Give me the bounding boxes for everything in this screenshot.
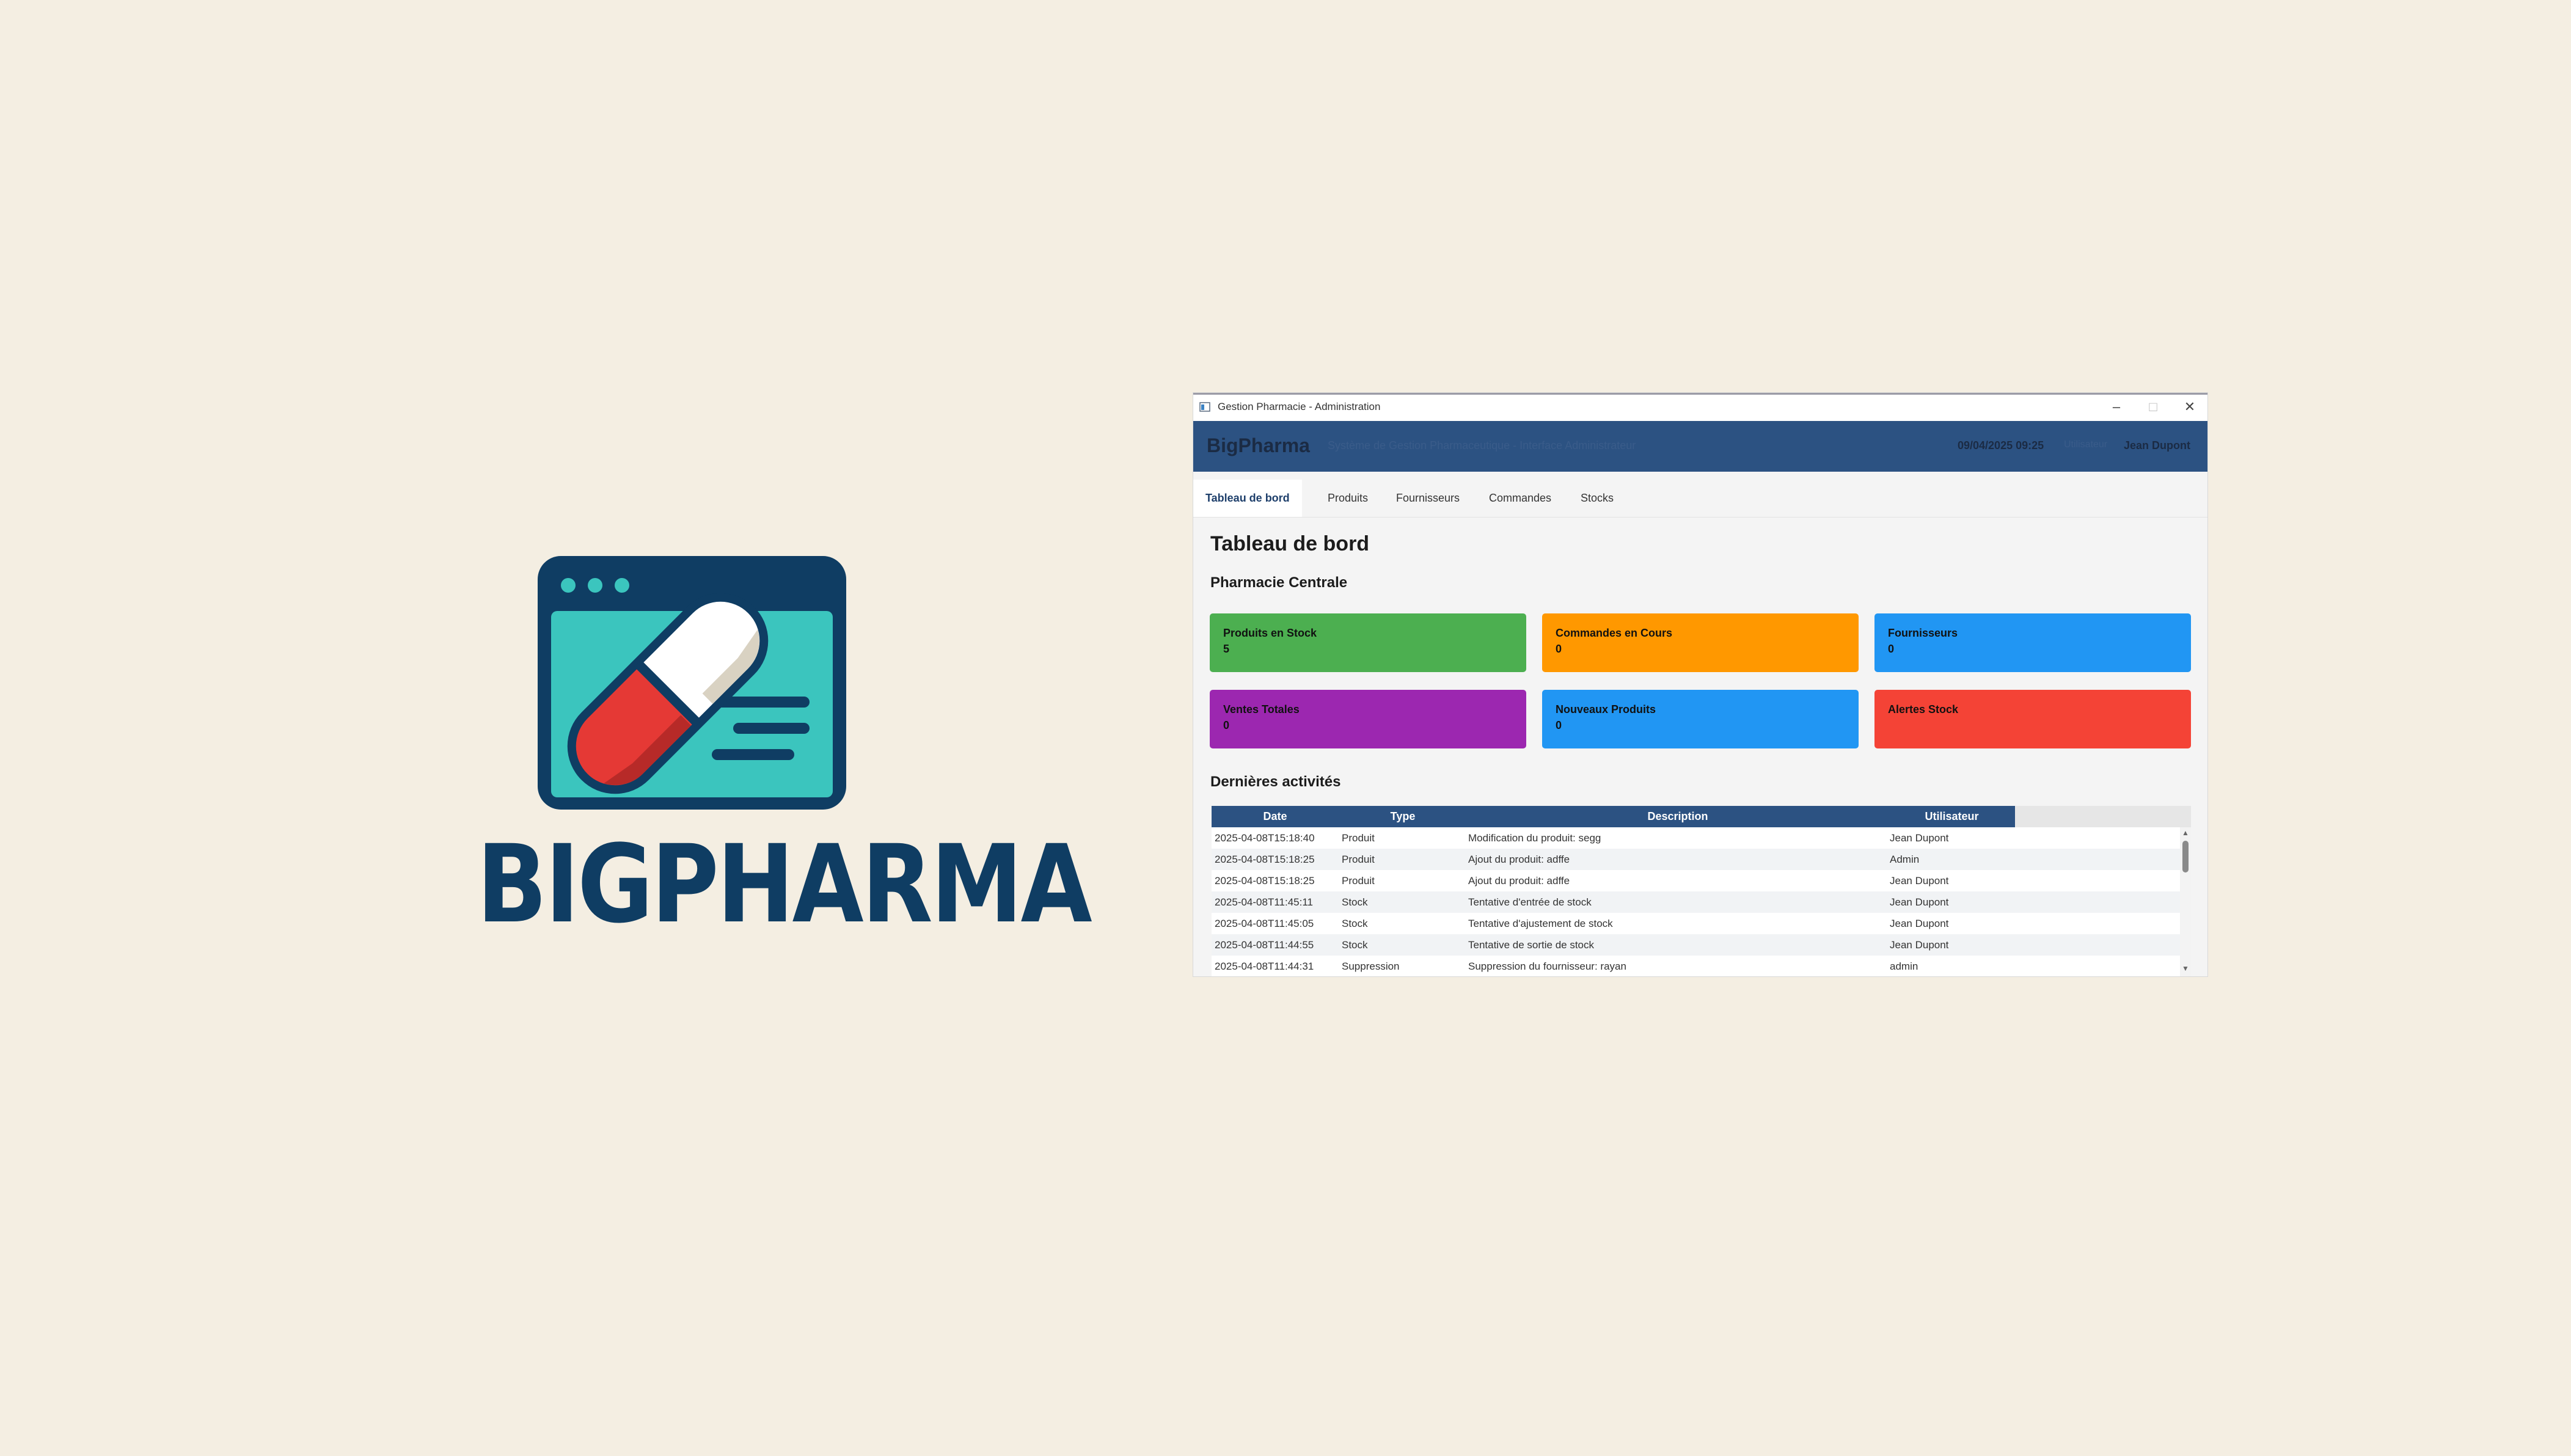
app-window: Gestion Pharmacie - Administration – □ ✕… — [1193, 393, 2207, 976]
stat-card-value: 0 — [1223, 719, 1230, 731]
table-scrollbar[interactable]: ▲ ▼ — [2180, 827, 2191, 976]
cell-date: 2025-04-08T11:45:05 — [1215, 918, 1314, 929]
column-header-date[interactable]: Date — [1212, 806, 1339, 827]
cell-utilisateur: Jean Dupont — [1890, 939, 1949, 951]
scroll-up-arrow-icon[interactable]: ▲ — [2182, 829, 2189, 837]
table-row[interactable]: 2025-04-08T11:44:31 Suppression Suppressio… — [1212, 956, 2180, 976]
close-button[interactable]: ✕ — [2171, 395, 2207, 419]
stat-card-produits-en-stock: Produits en Stock 5 — [1210, 613, 1526, 672]
stat-card-label: Produits en Stock — [1223, 627, 1317, 639]
pill-browser-logo-icon — [538, 556, 846, 810]
tab-stocks[interactable]: Stocks — [1574, 480, 1620, 517]
stat-card-value: 0 — [1888, 643, 1895, 655]
stat-card-commandes-en-cours: Commandes en Cours 0 — [1542, 613, 1859, 672]
cell-type: Produit — [1342, 832, 1375, 844]
tab-commandes[interactable]: Commandes — [1483, 480, 1557, 517]
stat-card-alertes-stock: Alertes Stock — [1874, 690, 2191, 748]
tab-fournisseurs[interactable]: Fournisseurs — [1390, 480, 1466, 517]
tab-tableau-de-bord[interactable]: Tableau de bord — [1193, 480, 1302, 517]
cell-type: Produit — [1342, 875, 1375, 887]
page-title: Tableau de bord — [1210, 532, 1370, 555]
cell-utilisateur: admin — [1890, 960, 1918, 972]
column-header-description[interactable]: Description — [1467, 806, 1889, 827]
table-row[interactable]: 2025-04-08T11:45:11 Stock Tentative d'entr… — [1212, 891, 2180, 913]
stat-card-value: 0 — [1556, 643, 1562, 655]
stat-card-value: 0 — [1556, 719, 1562, 731]
table-row[interactable]: 2025-04-08T11:45:05 Stock Tentative d'ajus… — [1212, 913, 2180, 934]
bigpharma-logo: BIGPHARMA — [440, 544, 1092, 947]
cell-date: 2025-04-08T11:45:11 — [1215, 896, 1313, 908]
stat-card-nouveaux-produits: Nouveaux Produits 0 — [1542, 690, 1859, 748]
cell-description: Suppression du fournisseur: rayan — [1468, 960, 1626, 972]
cell-description: Tentative d'ajustement de stock — [1468, 918, 1613, 929]
tab-produits[interactable]: Produits — [1322, 480, 1374, 517]
cell-description: Modification du produit: segg — [1468, 832, 1601, 844]
cell-type: Suppression — [1342, 960, 1400, 972]
cell-date: 2025-04-08T15:18:25 — [1215, 875, 1315, 887]
cell-date: 2025-04-08T15:18:40 — [1215, 832, 1315, 844]
table-header: Date Type Description Utilisateur — [1212, 806, 2191, 827]
activities-table: Date Type Description Utilisateur 2025-0… — [1212, 806, 2191, 976]
table-row[interactable]: 2025-04-08T15:18:40 Produit Modification d… — [1212, 827, 2180, 849]
cell-description: Ajout du produit: adffe — [1468, 875, 1570, 887]
table-row[interactable]: 2025-04-08T15:18:25 Produit Ajout du produ… — [1212, 849, 2180, 870]
stat-card-label: Ventes Totales — [1223, 703, 1300, 715]
cell-type: Stock — [1342, 896, 1368, 908]
window-title: Gestion Pharmacie - Administration — [1218, 401, 1381, 412]
cell-utilisateur: Jean Dupont — [1890, 918, 1949, 929]
table-row[interactable]: 2025-04-08T15:18:25 Produit Ajout du produ… — [1212, 870, 2180, 891]
window-titlebar[interactable]: Gestion Pharmacie - Administration – □ ✕ — [1193, 393, 2207, 421]
table-row[interactable]: 2025-04-08T11:44:55 Stock Tentative de sor… — [1212, 934, 2180, 956]
cell-utilisateur: Admin — [1890, 854, 1920, 865]
stat-card-label: Alertes Stock — [1888, 703, 1959, 715]
cell-date: 2025-04-08T11:44:55 — [1215, 939, 1314, 951]
cell-type: Stock — [1342, 939, 1368, 951]
header-user-name: Jean Dupont — [2124, 439, 2191, 452]
stat-card-fournisseurs: Fournisseurs 0 — [1874, 613, 2191, 672]
cell-type: Produit — [1342, 854, 1375, 865]
stat-card-label: Commandes en Cours — [1556, 627, 1673, 639]
cell-description: Ajout du produit: adffe — [1468, 854, 1570, 865]
app-subtitle: Système de Gestion Pharmaceutique - Inte… — [1328, 439, 1636, 452]
scrollbar-thumb[interactable] — [2182, 841, 2189, 873]
stat-card-label: Fournisseurs — [1888, 627, 1958, 639]
app-header: BigPharma Système de Gestion Pharmaceuti… — [1193, 421, 2207, 472]
stat-card-ventes-totales: Ventes Totales 0 — [1210, 690, 1526, 748]
header-role-label: Utilisateur — [2064, 439, 2108, 450]
cell-utilisateur: Jean Dupont — [1890, 832, 1949, 844]
main-tabs: Tableau de bord Produits Fournisseurs Co… — [1193, 472, 2207, 518]
column-header-utilisateur[interactable]: Utilisateur — [1889, 806, 2015, 827]
column-header-type[interactable]: Type — [1339, 806, 1467, 827]
cell-description: Tentative d'entrée de stock — [1468, 896, 1592, 908]
maximize-button[interactable]: □ — [2134, 395, 2172, 419]
cell-date: 2025-04-08T11:44:31 — [1215, 960, 1314, 972]
scroll-down-arrow-icon[interactable]: ▼ — [2182, 964, 2189, 973]
activities-title: Dernières activités — [1210, 774, 1341, 790]
cell-date: 2025-04-08T15:18:25 — [1215, 854, 1315, 865]
app-brand: BigPharma — [1207, 434, 1310, 456]
cell-description: Tentative de sortie de stock — [1468, 939, 1595, 951]
app-window-icon — [1199, 402, 1210, 412]
cell-utilisateur: Jean Dupont — [1890, 875, 1949, 887]
stat-card-value: 5 — [1223, 643, 1230, 655]
minimize-button[interactable]: – — [2097, 395, 2135, 419]
stat-card-label: Nouveaux Produits — [1556, 703, 1656, 715]
header-datetime: 09/04/2025 09:25 — [1958, 439, 2044, 452]
logo-wordmark: BIGPHARMA — [477, 822, 1092, 947]
cell-utilisateur: Jean Dupont — [1890, 896, 1949, 908]
cell-type: Stock — [1342, 918, 1368, 929]
pharmacy-name: Pharmacie Centrale — [1210, 574, 1348, 591]
